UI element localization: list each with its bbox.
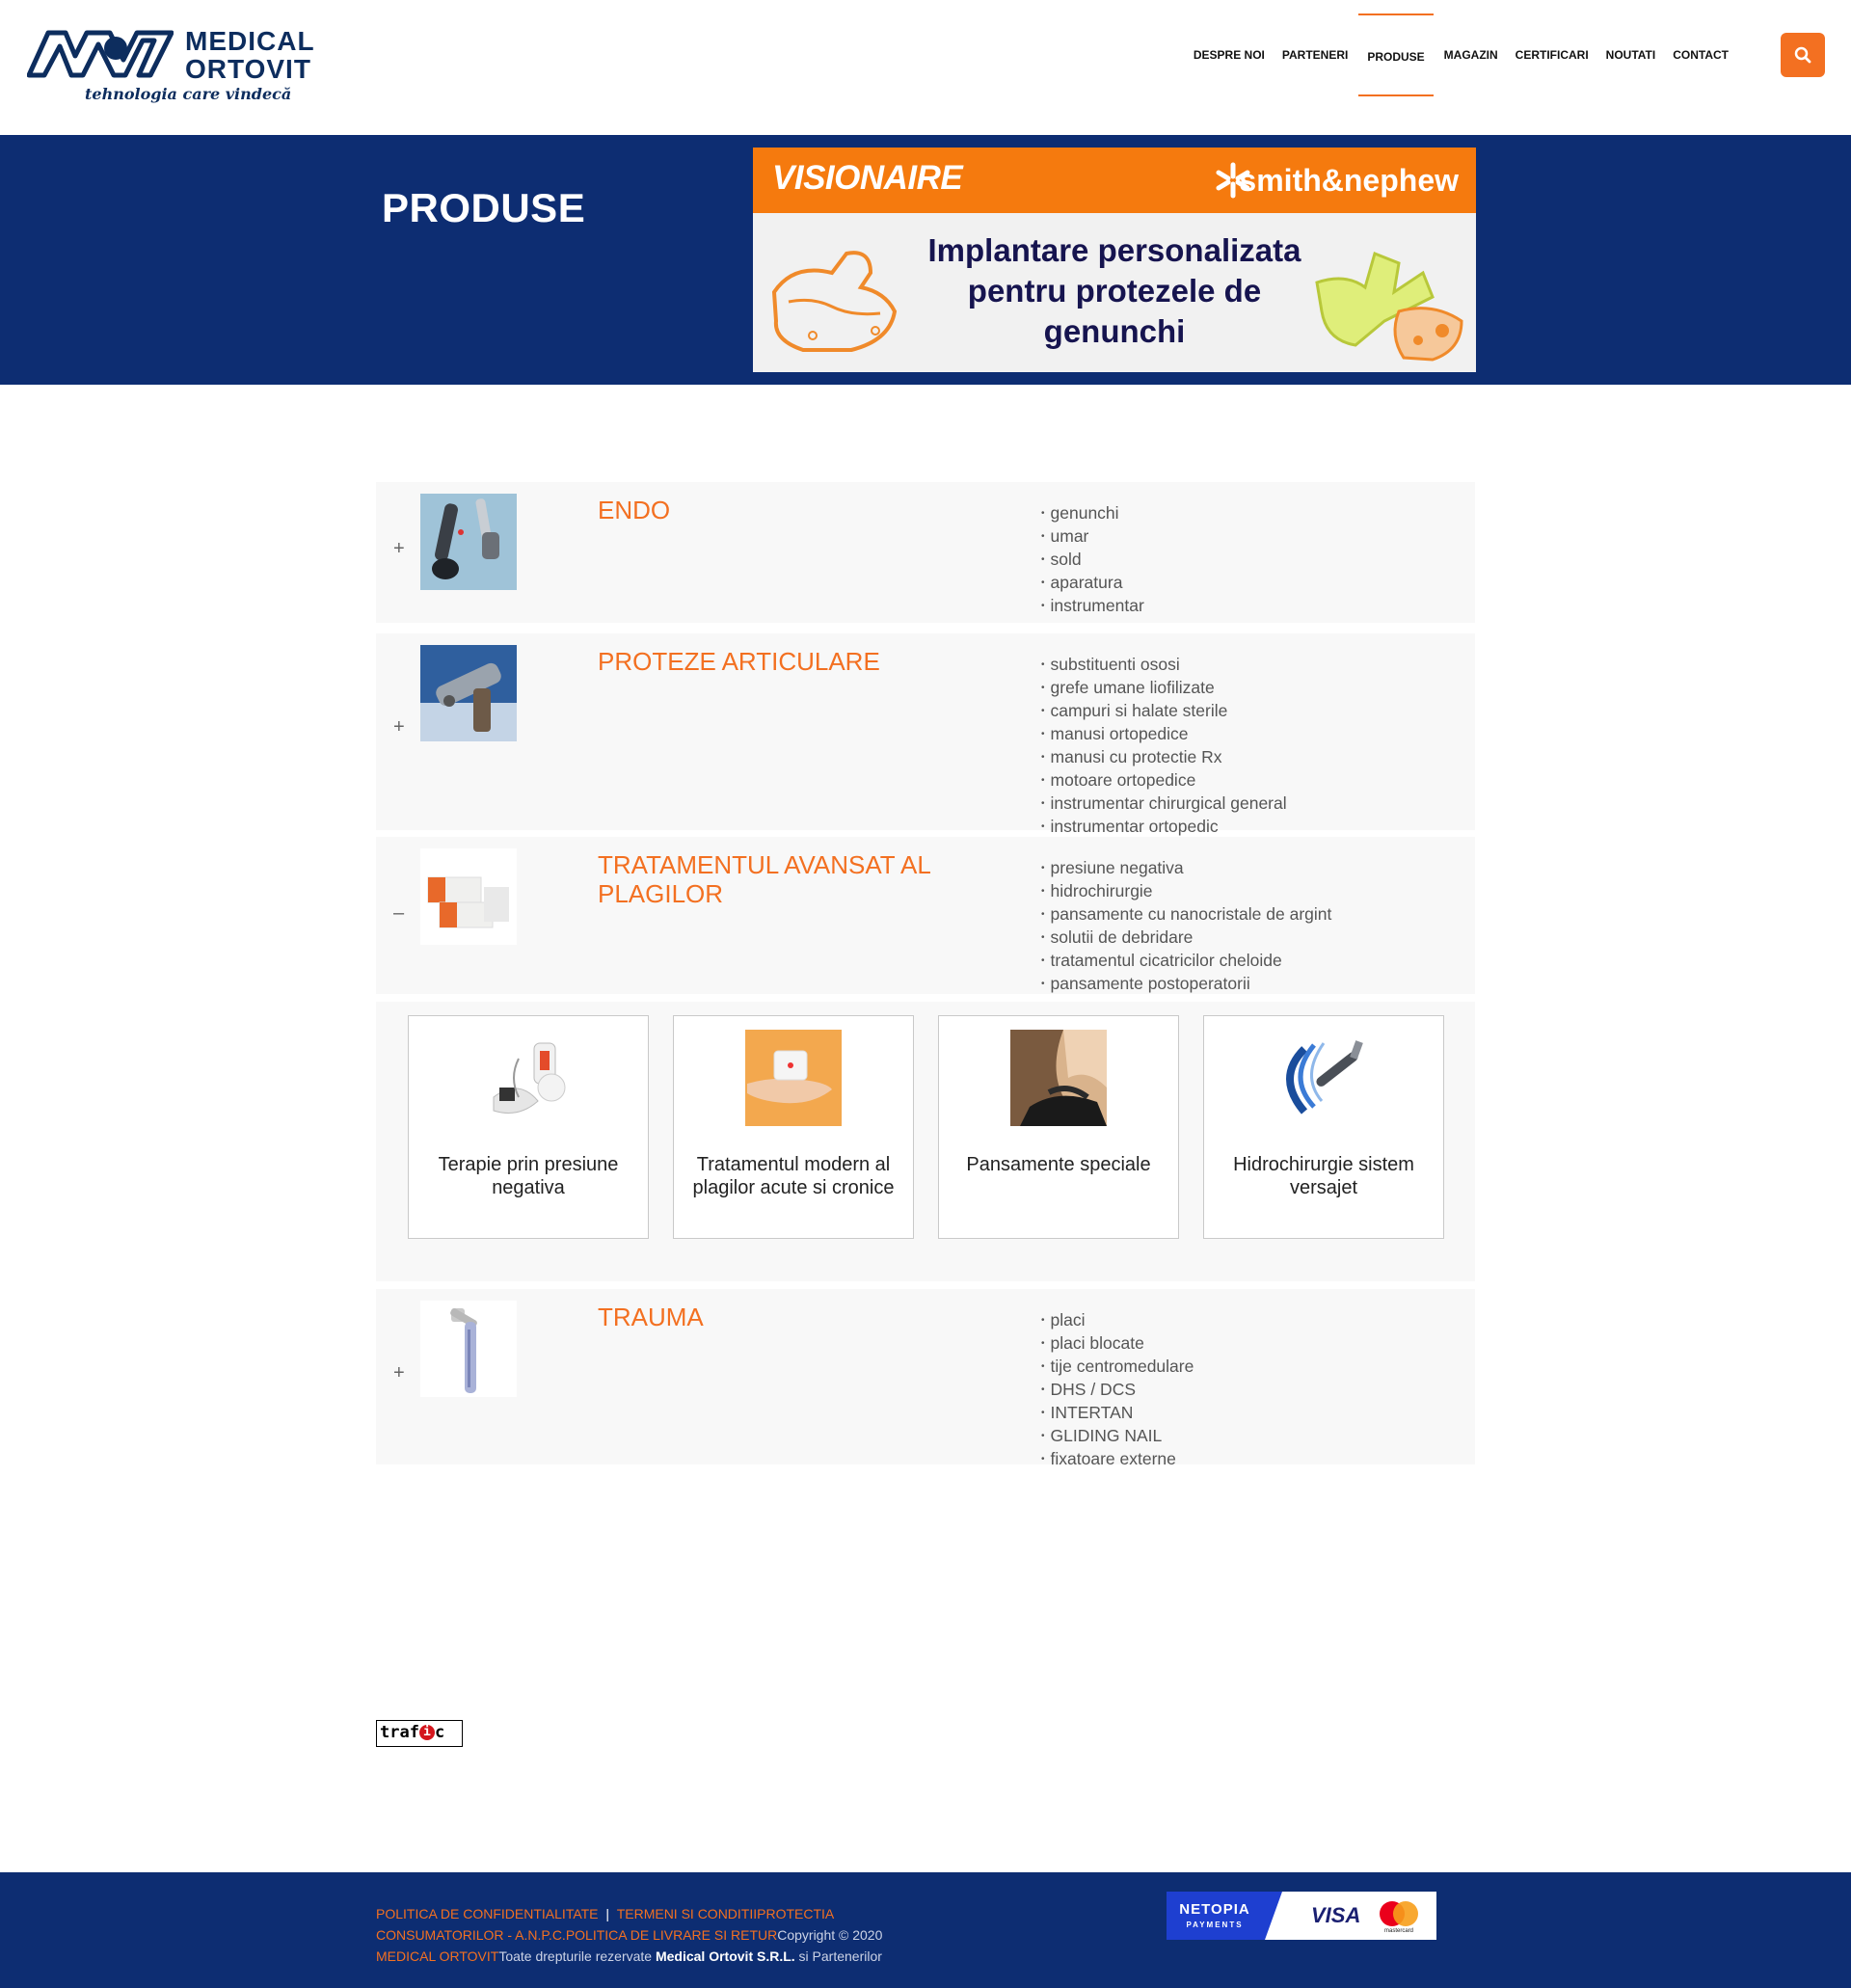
category-thumbnail: [420, 645, 517, 741]
mastercard-label: mastercard: [1383, 1928, 1413, 1934]
category-list-item: pansamente postoperatorii: [1041, 974, 1331, 997]
category-list-item: fixatoare externe: [1041, 1449, 1194, 1472]
subcategory-card[interactable]: Hidrochirurgie sistem versajet: [1203, 1015, 1444, 1239]
footer-link-delivery[interactable]: POLITICA DE LIVRARE SI RETUR: [566, 1927, 777, 1943]
category-list: placi placi blocate tije centromedulare …: [1041, 1310, 1194, 1472]
category-list-item: substituenti ososi: [1041, 655, 1287, 678]
subcategory-label: Tratamentul modern al plagilor acute si …: [692, 1154, 895, 1198]
footer-company-link[interactable]: MEDICAL ORTOVIT: [376, 1948, 498, 1964]
site-header: MEDICAL ORTOVIT tehnologia care vindecă …: [0, 0, 1851, 135]
banner-brand: VISIONAIRE: [772, 159, 963, 197]
npwt-device-image: [480, 1030, 577, 1126]
category-list-item: grefe umane liofilizate: [1041, 678, 1287, 701]
category-row-tratamentul-plagilor[interactable]: – TRATAMENTUL AVANSAT AL PLAGILOR presiu…: [376, 837, 1475, 994]
nav-item-contact[interactable]: CONTACT: [1664, 13, 1737, 96]
category-row-trauma[interactable]: + TRAUMA placi placi blocate tije centro…: [376, 1289, 1475, 1468]
category-list-item: motoare ortopedice: [1041, 770, 1287, 793]
category-list-item: genunchi: [1041, 503, 1144, 526]
category-list-item: manusi cu protectie Rx: [1041, 747, 1287, 770]
nav-item-produse[interactable]: PRODUSE: [1358, 13, 1434, 96]
category-list-item: tije centromedulare: [1041, 1357, 1194, 1380]
category-list-item: presiune negativa: [1041, 858, 1331, 881]
category-list: presiune negativa hidrochirurgie pansame…: [1041, 858, 1332, 997]
category-title[interactable]: TRAUMA: [598, 1303, 983, 1331]
nav-item-noutati[interactable]: NOUTATI: [1597, 13, 1665, 96]
nav-item-despre-noi[interactable]: DESPRE NOI: [1185, 13, 1274, 96]
category-list-item: manusi ortopedice: [1041, 724, 1287, 747]
category-title[interactable]: ENDO: [598, 496, 983, 524]
category-list-item: placi blocate: [1041, 1333, 1194, 1357]
category-list-item: aparatura: [1041, 573, 1144, 596]
logo-mark-icon: [27, 30, 174, 78]
category-list: substituenti ososi grefe umane liofiliza…: [1041, 655, 1287, 840]
subcategory-label: Hidrochirurgie sistem versajet: [1233, 1154, 1414, 1198]
page-title: PRODUSE: [382, 185, 586, 230]
category-list-item: GLIDING NAIL: [1041, 1426, 1194, 1449]
category-title[interactable]: PROTEZE ARTICULARE: [598, 647, 983, 676]
category-thumbnail: [420, 1301, 517, 1397]
subcategory-card[interactable]: Pansamente speciale: [938, 1015, 1179, 1239]
nav-item-magazin[interactable]: MAGAZIN: [1435, 13, 1507, 96]
banner-partner: smith&nephew: [1239, 163, 1459, 198]
site-logo[interactable]: MEDICAL ORTOVIT tehnologia care vindecă: [27, 25, 326, 112]
category-list-item: instrumentar chirurgical general: [1041, 793, 1287, 817]
footer-rights: Toate drepturile rezervate Medical Ortov…: [498, 1948, 882, 1964]
subcategory-card[interactable]: Tratamentul modern al plagilor acute si …: [673, 1015, 914, 1239]
category-list-item: sold: [1041, 550, 1144, 573]
footer-legal: POLITICA DE CONFIDENTIALITATE | TERMENI …: [376, 1903, 916, 1967]
category-list-item: DHS / DCS: [1041, 1380, 1194, 1403]
smith-nephew-star-icon: [1216, 162, 1250, 199]
category-list-item: INTERTAN: [1041, 1403, 1194, 1426]
expand-toggle[interactable]: +: [393, 538, 405, 560]
netopia-logo: NETOPIA PAYMENTS: [1167, 1892, 1282, 1940]
category-list-item: solutii de debridare: [1041, 927, 1331, 951]
subcategory-label: Pansamente speciale: [966, 1154, 1151, 1175]
category-list: genunchi umar sold aparatura instrumenta…: [1041, 503, 1144, 619]
visa-logo: VISA: [1311, 1903, 1361, 1927]
wound-treatment-image: [745, 1030, 842, 1126]
search-button[interactable]: [1781, 33, 1825, 77]
banner-headline: Implantare personalizata pentru protezel…: [927, 232, 1301, 349]
mastercard-icon: [1380, 1901, 1418, 1926]
subcategory-card[interactable]: Terapie prin presiune negativa: [408, 1015, 649, 1239]
subcategory-panel: Terapie prin presiune negativa Tratament…: [376, 1002, 1475, 1281]
footer-separator: |: [605, 1906, 610, 1921]
category-list-item: umar: [1041, 526, 1144, 550]
category-title[interactable]: TRATAMENTUL AVANSAT AL PLAGILOR: [598, 850, 983, 908]
logo-wordmark: MEDICAL ORTOVIT: [185, 26, 315, 84]
search-icon: [1794, 46, 1811, 64]
footer-link-terms[interactable]: TERMENI SI CONDITII: [617, 1906, 757, 1921]
counter-dot-icon: i: [418, 1725, 435, 1740]
collapse-toggle[interactable]: –: [393, 902, 404, 925]
knee-guide-orange-icon: [771, 251, 898, 352]
nav-item-certificari[interactable]: CERTIFICARI: [1507, 13, 1597, 96]
logo-tagline: tehnologia care vindecă: [85, 85, 292, 103]
traffic-counter-badge[interactable]: traf i c: [376, 1720, 463, 1747]
category-list-item: placi: [1041, 1310, 1194, 1333]
knee-implant-icon: [1315, 251, 1463, 362]
category-list-item: hidrochirurgie: [1041, 881, 1331, 904]
nav-item-parteneri[interactable]: PARTENERI: [1274, 13, 1356, 96]
subcategory-label: Terapie prin presiune negativa: [438, 1154, 619, 1198]
page-hero: PRODUSE VISIONAIRE smith&nephew Implanta…: [0, 135, 1851, 385]
category-list-item: campuri si halate sterile: [1041, 701, 1287, 724]
expand-toggle[interactable]: +: [393, 1362, 405, 1384]
category-row-proteze-articulare[interactable]: + PROTEZE ARTICULARE substituenti ososi …: [376, 633, 1475, 836]
category-thumbnail: [420, 494, 517, 590]
site-footer: POLITICA DE CONFIDENTIALITATE | TERMENI …: [0, 1872, 1851, 1988]
category-thumbnail: [420, 848, 517, 945]
footer-copyright: Copyright © 2020: [777, 1927, 883, 1943]
main-nav: DESPRE NOI PARTENERI PRODUSE MAGAZIN CER…: [1185, 13, 1737, 96]
footer-link-privacy[interactable]: POLITICA DE CONFIDENTIALITATE: [376, 1906, 599, 1921]
category-list-item: tratamentul cicatricilor cheloide: [1041, 951, 1331, 974]
payment-logos: NETOPIA PAYMENTS VISA mastercard: [1167, 1892, 1436, 1940]
versajet-image: [1275, 1030, 1372, 1126]
banner-header: VISIONAIRE smith&nephew: [753, 148, 1476, 213]
promo-banner[interactable]: VISIONAIRE smith&nephew Implantare perso…: [753, 148, 1476, 372]
expand-toggle[interactable]: +: [393, 716, 405, 739]
category-list-item: pansamente cu nanocristale de argint: [1041, 904, 1332, 927]
category-list-item: instrumentar: [1041, 596, 1144, 619]
category-row-endo[interactable]: + ENDO genunchi umar sold aparatura inst…: [376, 482, 1475, 623]
special-dressings-image: [1010, 1030, 1107, 1126]
